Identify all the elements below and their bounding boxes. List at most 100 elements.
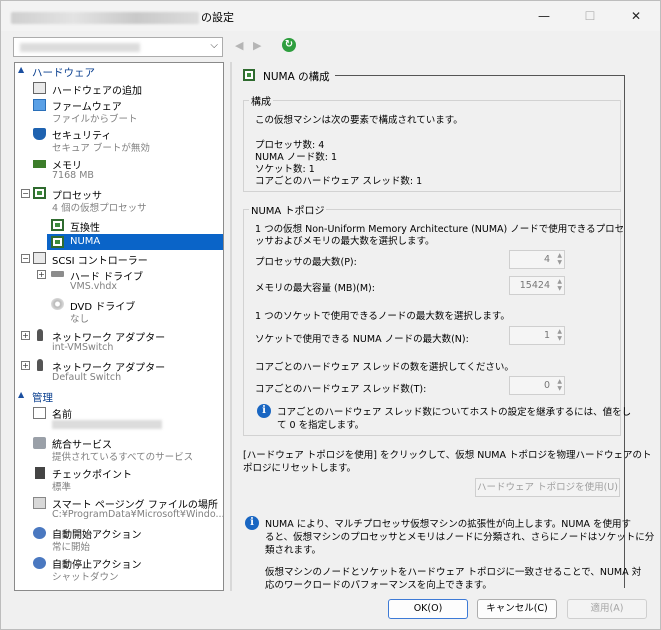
- hard-drive-icon: [51, 271, 64, 277]
- threads-info-line2: て 0 を指定します。: [277, 420, 365, 431]
- tree-item-memory[interactable]: メモリ 7168 MB: [15, 156, 223, 184]
- refresh-icon[interactable]: ↻: [282, 38, 296, 52]
- tree-item-smart-paging[interactable]: スマート ページング ファイルの場所 C:¥ProgramData¥Micros…: [15, 495, 223, 523]
- tree-item-integration-services[interactable]: 統合サービス 提供されているすべてのサービス: [15, 435, 223, 463]
- redacted-vm-name-value: [52, 419, 162, 430]
- collapse-toggle-icon[interactable]: −: [21, 254, 30, 263]
- collapse-icon[interactable]: ▲: [18, 65, 24, 74]
- tree-item-numa[interactable]: NUMA: [47, 234, 223, 250]
- chevron-down-icon: ⌵: [210, 40, 218, 51]
- tree-item-processor[interactable]: − プロセッサ 4 個の仮想プロセッサ: [15, 186, 223, 214]
- numa-settings-panel: NUMA の構成 構成 この仮想マシンは次の要素で構成されています。 プロセッサ…: [233, 62, 654, 591]
- expand-toggle-icon[interactable]: +: [37, 270, 46, 279]
- window-title-suffix: の設定: [201, 11, 234, 24]
- spinner-arrows-icon[interactable]: ▲ ▼: [557, 278, 562, 292]
- max-nodes-spinner[interactable]: 1 ▲ ▼: [509, 326, 565, 345]
- numa-note-line4: 仮想マシンのノードとソケットをハードウェア トポロジに一致させることで、NUMA…: [265, 567, 642, 578]
- network-adapter-icon: [37, 359, 43, 371]
- ok-button[interactable]: OK(O): [388, 599, 468, 619]
- numa-note-line2: ると、仮想マシンのプロセッサとメモリはノードに分類され、さらにノードはソケットに…: [265, 532, 655, 543]
- spinner-arrows-icon[interactable]: ▲ ▼: [557, 252, 562, 266]
- collapse-toggle-icon[interactable]: −: [21, 189, 30, 198]
- tree-item-sublabel: int-VMSwitch: [52, 342, 114, 353]
- max-memory-spinner[interactable]: 15424 ▲ ▼: [509, 276, 565, 295]
- close-button[interactable]: ✕: [613, 1, 659, 31]
- threads-info-line1: コアごとのハードウェア スレッド数についてホストの設定を継承するには、値をし: [277, 407, 632, 418]
- scsi-controller-icon: [33, 252, 46, 264]
- redacted-vm-selection: [20, 43, 140, 52]
- use-hardware-topology-button[interactable]: ハードウェア トポロジを使用(U): [475, 478, 620, 497]
- info-icon: i: [245, 516, 259, 530]
- vm-selector-dropdown[interactable]: ⌵: [13, 37, 223, 57]
- collapse-icon[interactable]: ▲: [18, 390, 24, 399]
- network-adapter-icon: [37, 329, 43, 341]
- tree-item-label: ハードウェアの追加: [52, 86, 142, 97]
- tree-item-auto-start[interactable]: 自動開始アクション 常に開始: [15, 525, 223, 553]
- section-management[interactable]: ▲ 管理: [15, 390, 223, 404]
- spinner-arrows-icon[interactable]: ▲ ▼: [557, 378, 562, 392]
- config-threads: コアごとのハードウェア スレッド数: 1: [255, 176, 423, 187]
- max-processors-label: プロセッサの最大数(P):: [255, 257, 357, 268]
- tree-item-label: SCSI コントローラー: [52, 256, 148, 267]
- expand-toggle-icon[interactable]: +: [21, 361, 30, 370]
- window-title: の設定: [11, 9, 234, 25]
- back-arrow-icon[interactable]: ◀: [235, 39, 243, 52]
- maximize-button[interactable]: ☐: [567, 1, 613, 31]
- redacted-vm-name: [11, 12, 199, 24]
- add-hardware-icon: [33, 82, 46, 94]
- tree-item-sublabel: VMS.vhdx: [70, 281, 118, 292]
- reset-desc-line2: ポロジにリセットします。: [243, 463, 357, 474]
- tree-item-sublabel: セキュア ブートが無効: [52, 143, 150, 154]
- tree-item-sublabel: 常に開始: [52, 542, 91, 553]
- minimize-button[interactable]: —: [521, 1, 567, 31]
- processor-icon: [33, 187, 46, 199]
- tree-item-firmware[interactable]: ファームウェア ファイルからブート: [15, 97, 223, 125]
- tree-item-dvd-drive[interactable]: DVD ドライブ なし: [15, 297, 223, 325]
- tree-item-label: NUMA: [70, 236, 101, 247]
- tree-item-sublabel: Default Switch: [52, 372, 122, 383]
- tree-item-sublabel: ファイルからブート: [52, 114, 138, 125]
- numa-icon: [51, 236, 64, 248]
- firmware-icon: [33, 99, 46, 111]
- tree-item-auto-stop[interactable]: 自動停止アクション シャットダウン: [15, 555, 223, 583]
- paging-file-icon: [33, 497, 46, 509]
- max-nodes-label: ソケットで使用できる NUMA ノードの最大数(N):: [255, 334, 469, 345]
- name-icon: [33, 407, 46, 419]
- numa-note-line3: 類されます。: [265, 545, 322, 556]
- cancel-button[interactable]: キャンセル(C): [477, 599, 557, 619]
- tree-item-security[interactable]: セキュリティ セキュア ブートが無効: [15, 126, 223, 154]
- tree-item-sublabel: シャットダウン: [52, 572, 119, 583]
- shield-icon: [33, 128, 46, 140]
- topology-group-title: NUMA トポロジ: [249, 202, 327, 217]
- tree-item-hard-drive[interactable]: + ハード ドライブ VMS.vhdx: [15, 267, 223, 295]
- threads-spinner[interactable]: 0 ▲ ▼: [509, 376, 565, 395]
- integration-services-icon: [33, 437, 46, 449]
- compatibility-icon: [51, 219, 64, 231]
- numa-note-line5: 応のワークロードのパフォーマンスを向上できます。: [265, 580, 492, 591]
- tree-item-name[interactable]: 名前: [15, 405, 223, 433]
- tree-item-add-hardware[interactable]: ハードウェアの追加: [15, 81, 223, 97]
- section-hardware[interactable]: ▲ ハードウェア: [15, 65, 223, 79]
- numa-icon: [243, 69, 255, 81]
- panel-edge-line: [624, 76, 625, 588]
- apply-button[interactable]: 適用(A): [567, 599, 647, 619]
- settings-tree: ▲ ハードウェア ハードウェアの追加 ファームウェア ファイルからブート セキュ…: [14, 62, 224, 591]
- tree-item-checkpoint[interactable]: チェックポイント 標準: [15, 465, 223, 493]
- tree-item-sublabel: 7168 MB: [52, 170, 94, 181]
- pane-splitter[interactable]: [230, 62, 232, 591]
- config-group-title: 構成: [249, 93, 273, 108]
- numa-note-line1: NUMA により、マルチプロセッサ仮想マシンの拡張性が向上します。NUMA を使…: [265, 519, 632, 530]
- spinner-value: 4: [543, 254, 550, 265]
- dvd-icon: [51, 298, 64, 310]
- expand-toggle-icon[interactable]: +: [21, 331, 30, 340]
- tree-item-compatibility[interactable]: 互換性: [15, 217, 223, 234]
- spinner-arrows-icon[interactable]: ▲ ▼: [557, 328, 562, 342]
- max-processors-spinner[interactable]: 4 ▲ ▼: [509, 250, 565, 269]
- tree-item-scsi[interactable]: − SCSI コントローラー: [15, 251, 223, 267]
- forward-arrow-icon[interactable]: ▶: [253, 39, 261, 52]
- thread-desc: コアごとのハードウェア スレッドの数を選択してください。: [255, 362, 514, 373]
- config-intro: この仮想マシンは次の要素で構成されています。: [255, 115, 463, 126]
- tree-item-sublabel: 提供されているすべてのサービス: [52, 452, 194, 463]
- tree-item-network-adapter-2[interactable]: + ネットワーク アダプター Default Switch: [15, 358, 223, 386]
- tree-item-network-adapter-1[interactable]: + ネットワーク アダプター int-VMSwitch: [15, 328, 223, 356]
